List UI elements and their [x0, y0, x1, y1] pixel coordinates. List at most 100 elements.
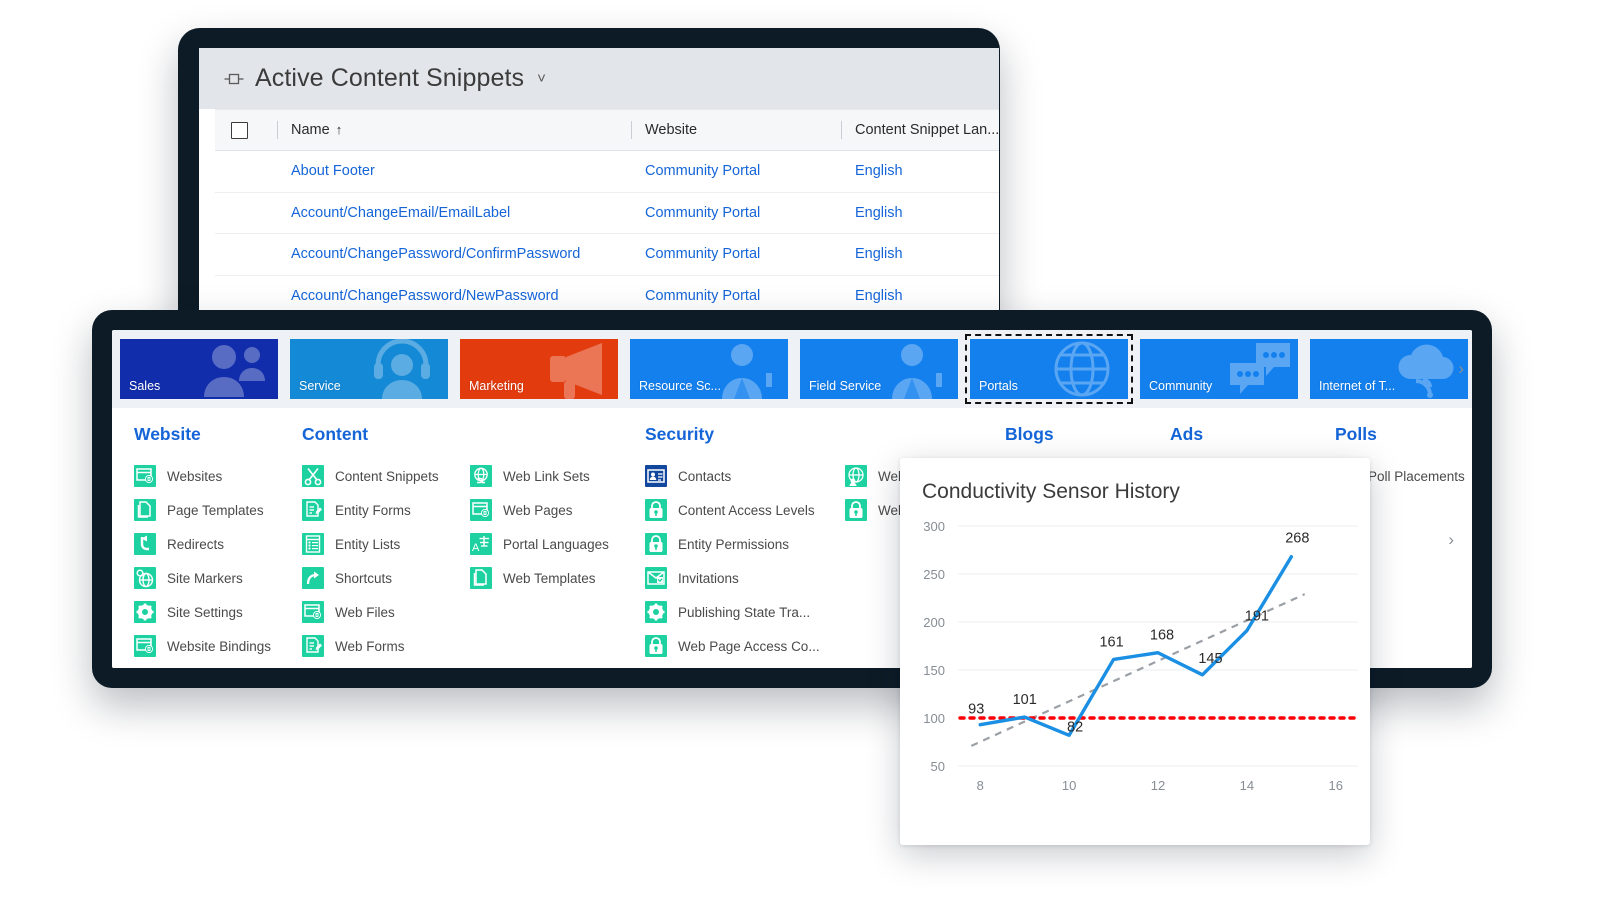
sitemap-item-redirects[interactable]: Redirects: [134, 527, 302, 561]
sort-ascending-icon[interactable]: ↑: [336, 122, 343, 137]
sitemap-group-heading: Blogs: [1005, 424, 1054, 444]
app-tile-internet-of-t[interactable]: Internet of T...: [1310, 339, 1468, 399]
redirect-arrow-icon: [134, 533, 156, 555]
megaphone-icon: [530, 339, 614, 399]
column-header-name[interactable]: Name ↑: [277, 109, 631, 151]
cell-language[interactable]: English: [841, 192, 999, 234]
pin-icon[interactable]: [223, 68, 245, 90]
column-header-select-all[interactable]: [215, 109, 277, 151]
select-all-checkbox[interactable]: [231, 121, 248, 139]
sitemap-column: Website Websites Page Templates Redirects Si…: [134, 424, 302, 663]
cell-name[interactable]: Account/ChangeEmail/EmailLabel: [277, 192, 631, 234]
sitemap-item-label: Site Settings: [167, 604, 243, 620]
sitemap-item-web-forms[interactable]: Web Forms: [302, 629, 470, 663]
sitemap-item-label: Web Link Sets: [503, 468, 590, 484]
gear-icon: [134, 601, 156, 623]
sitemap-item-content-access-levels[interactable]: Content Access Levels: [645, 493, 845, 527]
website-icon: [470, 499, 492, 521]
cell-name[interactable]: Account/ChangePassword/ConfirmPassword: [277, 233, 631, 276]
chart-data-label: 191: [1245, 609, 1269, 625]
cell-website[interactable]: Community Portal: [631, 150, 841, 193]
sitemap-item-portal-languages[interactable]: A Portal Languages: [470, 527, 645, 561]
table-row[interactable]: Account/ChangePassword/ConfirmPassword Co…: [215, 233, 999, 276]
cell-website[interactable]: Community Portal: [631, 233, 841, 276]
shortcut-arrow-icon: [302, 567, 324, 589]
sitemap-item-websites[interactable]: Websites: [134, 459, 302, 493]
table-row[interactable]: Account/ChangeEmail/EmailLabel Community …: [215, 192, 999, 234]
app-tile-label: Sales: [129, 379, 161, 393]
line-chart: 50 100 150 200 250 300 8 10 12 14 16 93 101 82 161 168 1…: [923, 519, 1360, 793]
list-icon: [302, 533, 324, 555]
sitemap-item-label: Publishing State Tra...: [678, 604, 811, 620]
sitemap-item-web-pages[interactable]: Web Pages: [470, 493, 645, 527]
sitemap-item-label: Contacts: [678, 468, 732, 484]
sitemap-group-heading: Polls: [1335, 424, 1377, 444]
row-checkbox-cell[interactable]: [215, 233, 277, 276]
sitemap-item-entity-forms[interactable]: Entity Forms: [302, 493, 470, 527]
screenshot-stage: Active Content Snippets ˅ Name ↑ Website: [0, 0, 1600, 900]
sitemap-item-page-templates[interactable]: Page Templates: [134, 493, 302, 527]
cell-name[interactable]: About Footer: [277, 150, 631, 193]
table-body: About FooterCommunity PortalEnglishHTMLA…: [215, 150, 999, 317]
app-tile-resource-sc[interactable]: Resource Sc...: [630, 339, 788, 399]
chat-icon: [1210, 339, 1294, 399]
app-tile-portals[interactable]: Portals: [965, 334, 1133, 404]
chart-data-label: 145: [1198, 651, 1222, 667]
app-tile-label: Portals: [979, 379, 1018, 393]
sitemap-item-shortcuts[interactable]: Shortcuts: [302, 561, 470, 595]
sitemap-item-entity-lists[interactable]: Entity Lists: [302, 527, 470, 561]
sitemap-item-web-page-access-co[interactable]: Web Page Access Co...: [645, 629, 845, 663]
sitemap-item-site-markers[interactable]: Site Markers: [134, 561, 302, 595]
y-axis-tick-label: 250: [923, 567, 945, 582]
sitemap-item-web-templates[interactable]: Web Templates: [470, 561, 645, 595]
app-tile-field-service[interactable]: Field Service: [800, 339, 958, 399]
chart-data-label: 268: [1285, 531, 1309, 547]
sitemap-item-content-snippets[interactable]: Content Snippets: [302, 459, 470, 493]
tile-strip-next-icon[interactable]: ›: [1458, 359, 1464, 379]
sitemap-item-invitations[interactable]: Invitations: [645, 561, 845, 595]
sitemap-item-contacts[interactable]: Contacts: [645, 459, 845, 493]
column-header-language[interactable]: Content Snippet Lan...: [841, 109, 999, 151]
app-tile-community[interactable]: Community: [1140, 339, 1298, 399]
app-tile-sales[interactable]: Sales: [120, 339, 278, 399]
sitemap-item-web-link-sets[interactable]: Web Link Sets: [470, 459, 645, 493]
sitemap-item-label: Redirects: [167, 536, 225, 552]
app-tile-label: Community: [1149, 379, 1213, 393]
sitemap-item-entity-permissions[interactable]: Entity Permissions: [645, 527, 845, 561]
cell-language[interactable]: English: [841, 150, 999, 193]
x-axis-tick-label: 8: [977, 778, 984, 793]
chevron-down-icon[interactable]: ˅: [537, 70, 546, 87]
y-axis-tick-label: 300: [923, 519, 945, 534]
cell-website[interactable]: Community Portal: [631, 192, 841, 234]
cell-language[interactable]: English: [841, 233, 999, 276]
sitemap-item-label: Invitations: [678, 570, 739, 586]
column-header-language-label: Content Snippet Lan...: [855, 122, 999, 138]
sitemap-column: Content Content Snippets Entity Forms Entit…: [302, 424, 470, 663]
table-row[interactable]: About FooterCommunity PortalEnglishHTML: [215, 150, 999, 193]
column-header-website[interactable]: Website: [631, 109, 841, 151]
sitemap-item-publishing-state-tra[interactable]: Publishing State Tra...: [645, 595, 845, 629]
chart-data-label: 101: [1013, 692, 1037, 708]
sitemap-item-website-bindings[interactable]: Website Bindings: [134, 629, 302, 663]
sitemap-group-heading: Ads: [1170, 424, 1204, 444]
sitemap-item-label: Entity Permissions: [678, 536, 790, 552]
sitemap-item-site-settings[interactable]: Site Settings: [134, 595, 302, 629]
chart-data-label: 93: [968, 702, 984, 718]
sitemap-next-icon[interactable]: ›: [1448, 530, 1454, 550]
contact-card-icon: [645, 465, 667, 487]
x-axis-tick-label: 14: [1240, 778, 1254, 793]
sitemap-item-web-files[interactable]: Web Files: [302, 595, 470, 629]
row-checkbox-cell[interactable]: [215, 150, 277, 193]
form-icon: [302, 499, 324, 521]
app-tile-marketing[interactable]: Marketing: [460, 339, 618, 399]
sitemap-column: Web Link Sets Web Pages A Portal Languages W…: [470, 424, 645, 663]
x-axis-tick-label: 10: [1062, 778, 1076, 793]
app-tile-service[interactable]: Service: [290, 339, 448, 399]
sitemap-item-label: Web Templates: [503, 570, 596, 586]
y-axis-tick-label: 200: [923, 615, 945, 630]
website-icon: [302, 601, 324, 623]
row-checkbox-cell[interactable]: [215, 192, 277, 234]
form-icon: [302, 635, 324, 657]
y-axis-tick-label: 150: [923, 663, 945, 678]
lock-icon: [645, 533, 667, 555]
